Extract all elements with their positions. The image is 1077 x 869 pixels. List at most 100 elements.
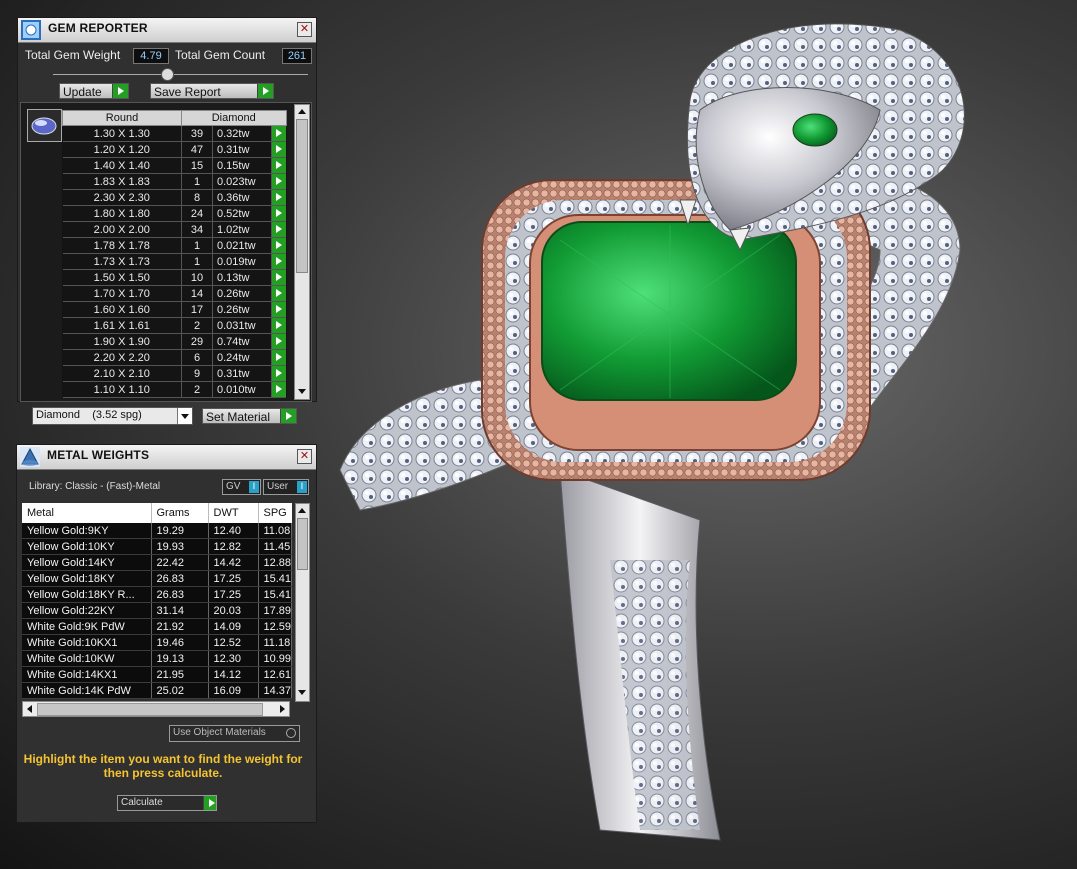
gem-table-row[interactable]: 2.20 X 2.20 6 0.24tw	[62, 349, 286, 366]
library-label: Library: Classic - (Fast)-Metal	[29, 481, 161, 492]
gem-row-select-icon[interactable]	[271, 317, 286, 334]
gem-row-select-icon[interactable]	[271, 205, 286, 222]
metal-spg-cell: 15.41	[258, 570, 293, 587]
gem-table-row[interactable]: 1.78 X 1.78 1 0.021tw	[62, 237, 286, 254]
gv-toggle[interactable]: GV I	[222, 479, 261, 495]
gem-table-row[interactable]: 1.73 X 1.73 1 0.019tw	[62, 253, 286, 270]
metal-name-cell: Yellow Gold:22KY	[22, 602, 152, 619]
metal-scroll-thumb[interactable]	[297, 518, 308, 570]
gem-table-row[interactable]: 1.61 X 1.61 2 0.031tw	[62, 317, 286, 334]
gem-row-select-icon[interactable]	[271, 221, 286, 238]
gem-row-select-icon[interactable]	[271, 301, 286, 318]
gem-weight-cell: 0.52tw	[212, 205, 272, 222]
metal-table-row[interactable]: White Gold:14K PdW 25.02 16.09 14.37	[22, 682, 293, 699]
gem-reporter-close-icon[interactable]: ✕	[297, 22, 312, 37]
metal-table-row[interactable]: Yellow Gold:22KY 31.14 20.03 17.89	[22, 602, 293, 619]
save-report-button[interactable]: Save Report	[150, 83, 274, 99]
gem-row-select-icon[interactable]	[271, 237, 286, 254]
update-button-label: Update	[63, 85, 102, 99]
metal-table: Metal Grams DWT SPG Yellow Gold:9KY 19.29…	[22, 503, 293, 699]
gem-row-select-icon[interactable]	[271, 173, 286, 190]
metal-table-row[interactable]: Yellow Gold:18KY 26.83 17.25 15.41	[22, 570, 293, 587]
gem-count-cell: 39	[181, 125, 213, 142]
metal-scroll-up-icon[interactable]	[298, 508, 306, 513]
metal-weights-titlebar[interactable]: METAL WEIGHTS ✕	[17, 445, 316, 470]
gem-table-row[interactable]: 1.20 X 1.20 47 0.31tw	[62, 141, 286, 158]
radio-icon[interactable]	[286, 728, 296, 738]
gem-list-scrollbar[interactable]	[294, 104, 310, 400]
metal-scroll-down-icon[interactable]	[298, 690, 306, 695]
scroll-right-icon[interactable]	[280, 705, 285, 713]
material-select-value: Diamond (3.52 spg)	[36, 409, 142, 421]
user-toggle[interactable]: User I	[263, 479, 309, 495]
total-gem-count-label: Total Gem Count	[175, 48, 266, 62]
gem-row-select-icon[interactable]	[271, 269, 286, 286]
gem-table-row[interactable]: 1.83 X 1.83 1 0.023tw	[62, 173, 286, 190]
user-info-icon: I	[297, 481, 307, 493]
gem-row-select-icon[interactable]	[271, 125, 286, 142]
metal-col-dwt[interactable]: DWT	[208, 503, 259, 523]
gem-table-row[interactable]: 1.70 X 1.70 14 0.26tw	[62, 285, 286, 302]
metal-weights-title: METAL WEIGHTS	[47, 448, 150, 462]
gem-table-row[interactable]: 1.10 X 1.10 2 0.010tw	[62, 381, 286, 398]
material-select[interactable]: Diamond (3.52 spg)	[32, 407, 193, 425]
gem-row-select-icon[interactable]	[271, 349, 286, 366]
gem-row-select-icon[interactable]	[271, 157, 286, 174]
metal-hscroll-thumb[interactable]	[37, 703, 263, 716]
metal-table-row[interactable]: Yellow Gold:9KY 19.29 12.40 11.08	[22, 523, 293, 539]
gem-row-select-icon[interactable]	[271, 381, 286, 398]
gem-table-row[interactable]: 1.50 X 1.50 10 0.13tw	[62, 269, 286, 286]
calculate-button[interactable]: Calculate	[117, 795, 217, 811]
gem-weight-cell: 0.32tw	[212, 125, 272, 142]
metal-table-row[interactable]: White Gold:10KX1 19.46 12.52 11.18	[22, 634, 293, 651]
gem-count-cell: 34	[181, 221, 213, 238]
panel-resize-slider-track[interactable]	[53, 74, 308, 75]
metal-table-row[interactable]: Yellow Gold:18KY R... 26.83 17.25 15.41	[22, 586, 293, 603]
gem-table-row[interactable]: 1.80 X 1.80 24 0.52tw	[62, 205, 286, 222]
gem-table-row[interactable]: 2.30 X 2.30 8 0.36tw	[62, 189, 286, 206]
gem-table-row[interactable]: 1.60 X 1.60 17 0.26tw	[62, 301, 286, 318]
gem-row-select-icon[interactable]	[271, 333, 286, 350]
update-button[interactable]: Update	[59, 83, 129, 99]
metal-table-row[interactable]: White Gold:10KW 19.13 12.30 10.99	[22, 650, 293, 667]
panel-resize-slider-handle[interactable]	[161, 68, 174, 81]
gem-table-row[interactable]: 2.10 X 2.10 9 0.31tw	[62, 365, 286, 382]
metal-table-row[interactable]: White Gold:14KX1 21.95 14.12 12.61	[22, 666, 293, 683]
metal-table-scrollbar[interactable]	[295, 503, 310, 702]
gem-table-row[interactable]: 1.90 X 1.90 29 0.74tw	[62, 333, 286, 350]
gem-row-select-icon[interactable]	[271, 141, 286, 158]
metal-table-row[interactable]: Yellow Gold:10KY 19.93 12.82 11.45	[22, 538, 293, 555]
set-material-button[interactable]: Set Material	[202, 408, 297, 424]
ring-render-viewport[interactable]	[318, 0, 1077, 869]
round-gem-shape-icon[interactable]	[27, 109, 62, 142]
metal-table-row[interactable]: Yellow Gold:14KY 22.42 14.42 12.88	[22, 554, 293, 571]
metal-table-row[interactable]: White Gold:9K PdW 21.92 14.09 12.59	[22, 618, 293, 635]
set-material-go-icon	[280, 409, 296, 423]
metal-dwt-cell: 12.40	[208, 523, 259, 539]
gem-table-row[interactable]: 2.00 X 2.00 34 1.02tw	[62, 221, 286, 238]
gem-row-select-icon[interactable]	[271, 365, 286, 382]
gem-reporter-titlebar[interactable]: GEM REPORTER ✕	[18, 18, 316, 43]
gem-size-cell: 1.10 X 1.10	[62, 381, 182, 398]
metal-weights-close-icon[interactable]: ✕	[297, 449, 312, 464]
scroll-down-icon[interactable]	[298, 389, 306, 394]
gem-size-cell: 2.20 X 2.20	[62, 349, 182, 366]
gem-table-row[interactable]: 1.30 X 1.30 39 0.32tw	[62, 125, 286, 142]
gem-weight-cell: 0.31tw	[212, 365, 272, 382]
gem-row-select-icon[interactable]	[271, 253, 286, 270]
gem-size-cell: 1.73 X 1.73	[62, 253, 182, 270]
gem-table-row[interactable]: 1.40 X 1.40 15 0.15tw	[62, 157, 286, 174]
metal-col-metal[interactable]: Metal	[22, 503, 152, 523]
gem-count-cell: 2	[181, 317, 213, 334]
metal-table-hscrollbar[interactable]	[22, 701, 290, 717]
gem-list-scroll-thumb[interactable]	[296, 119, 308, 273]
metal-col-grams[interactable]: Grams	[151, 503, 209, 523]
chevron-down-icon[interactable]	[177, 408, 192, 424]
use-object-materials-toggle[interactable]: Use Object Materials	[169, 725, 300, 742]
gem-row-select-icon[interactable]	[271, 285, 286, 302]
metal-name-cell: Yellow Gold:18KY R...	[22, 586, 152, 603]
scroll-left-icon[interactable]	[27, 705, 32, 713]
gem-row-select-icon[interactable]	[271, 189, 286, 206]
metal-col-spg[interactable]: SPG	[258, 503, 292, 523]
scroll-up-icon[interactable]	[298, 109, 306, 114]
